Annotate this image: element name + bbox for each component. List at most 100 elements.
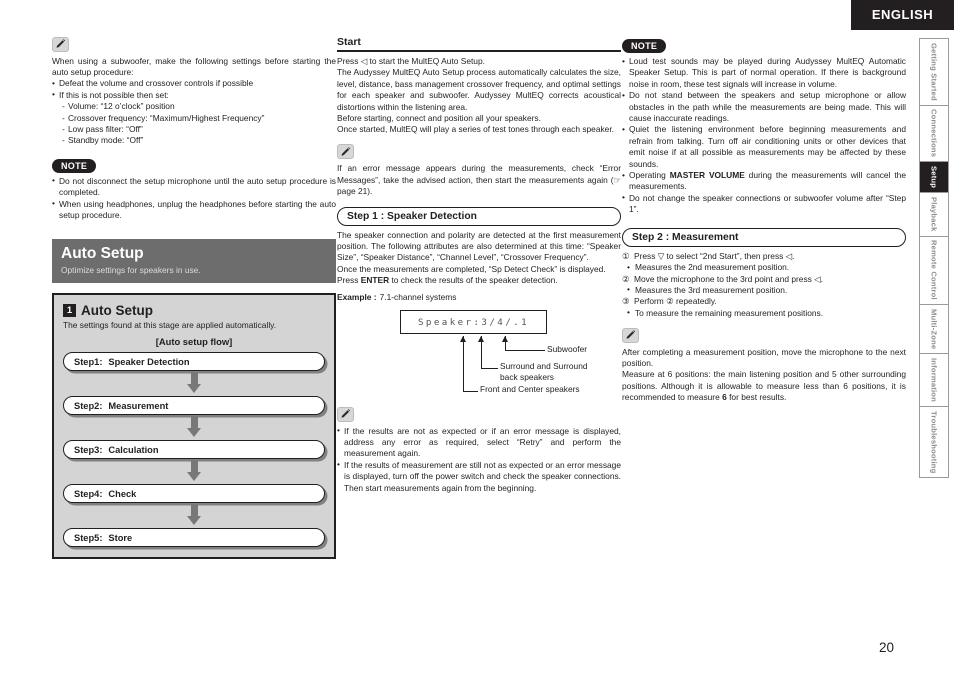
tab-information[interactable]: Information [920,354,948,407]
leader-line [462,391,478,393]
tab-label: Troubleshooting [929,410,939,474]
note-list-left: Do not disconnect the setup microphone u… [52,175,336,222]
instruction-text: Move the microphone to the 3rd point and… [634,273,823,284]
measurement-note-2: Measure at 6 positions: the main listeni… [622,369,906,403]
tab-playback[interactable]: Playback [920,193,948,237]
flow-title: Auto Setup [81,303,153,319]
list-item: Volume: “12 o’clock” position [61,101,336,113]
banner-title: Auto Setup [61,245,144,263]
flow-step-3: Step3: Calculation [63,440,325,460]
tab-label: Setup [929,166,939,189]
list-item-sub: Measures the 2nd measurement position. [627,262,906,274]
flow-caption: [Auto setup flow] [155,336,233,348]
display-example: Speaker:3/4/.1 Subwoofer Surround and Su… [337,310,621,406]
step-label: Measurement [108,400,169,411]
page-number: 20 [878,640,894,655]
pencil-icon [337,144,354,160]
list-item: Standby mode: “Off” [61,135,336,147]
step-label: Calculation [108,444,159,455]
step-label: Check [108,488,137,499]
subwoofer-settings-list: Defeat the volume and crossover controls… [52,78,336,101]
list-item: Do not disconnect the setup microphone u… [52,175,336,199]
list-item-sub: Measures the 3rd measurement position. [627,284,906,296]
flow-arrow [63,459,325,484]
note-list-right: Loud test sounds may be played during Au… [622,55,906,216]
flow-step-2: Step2: Measurement [63,396,325,416]
banner-subtitle: Optimize settings for speakers in use. [61,265,201,276]
flow-arrow [63,503,325,528]
subwoofer-intro-text: When using a subwoofer, make the followi… [52,55,336,77]
list-item: ② Move the microphone to the 3rd point an… [622,274,906,285]
flow-step-5: Step5: Store [63,528,325,548]
tab-getting-started[interactable]: Getting Started [920,39,948,106]
start-heading: Start [337,36,621,52]
pencil-icon [337,406,354,422]
tab-label: Connections [929,109,939,158]
column-right: NOTE Loud test sounds may be played duri… [622,36,906,404]
tab-label: Information [929,358,939,402]
leader-line [480,368,498,370]
tab-remote-control[interactable]: Remote Control [920,236,948,306]
chapter-tabs: Getting Started Connections Setup Playba… [919,38,949,478]
text-pre: Press [337,275,361,286]
list-item: Defeat the volume and crossover controls… [52,78,336,90]
list-item: Crossover frequency: “Maximum/Highest Fr… [61,113,336,125]
circled-number: ② [622,273,630,284]
callout-front-center: Front and Center speakers [480,384,580,394]
text-pre: Operating [629,170,670,181]
step1-paragraph-1: The speaker connection and polarity are … [337,229,621,263]
example-label: Example : [337,291,377,302]
circled-number: ① [622,250,630,261]
tab-label: Getting Started [929,42,939,101]
example-value: 7.1-channel systems [379,291,457,302]
tab-label: Multi-Zone [929,308,939,350]
subwoofer-sub-list: Volume: “12 o’clock” position Crossover … [61,101,336,147]
list-item: Do not stand between the speakers and se… [622,90,906,124]
text-post: to check the results of the speaker dete… [389,275,558,286]
list-item: ③ Perform ② repeatedly. [622,296,906,307]
tab-connections[interactable]: Connections [920,105,948,163]
step2-header-bar: Step 2 : Measurement [622,227,906,247]
step2-instructions: ① Press ▽ to select “2nd Start”, then pre… [622,251,906,319]
list-item: ① Press ▽ to select “2nd Start”, then pre… [622,251,906,262]
auto-setup-flow-box: 1 Auto Setup The settings found at this … [52,293,336,560]
step2-label: Step 2 : Measurement [632,231,739,243]
step-number: Step4: [74,488,103,499]
flow-arrow [63,371,325,396]
flow-header: 1 Auto Setup [63,303,325,318]
tab-label: Playback [929,197,939,232]
instruction-text: Perform ② repeatedly. [634,296,717,307]
callout-subwoofer: Subwoofer [547,344,588,354]
language-header: ENGLISH [851,0,954,30]
list-item: Operating MASTER VOLUME during the measu… [622,170,906,193]
tab-multi-zone[interactable]: Multi-Zone [920,305,948,355]
list-item: If this is not possible then set: [52,89,336,101]
start-paragraph-3: Before starting, connect and position al… [337,113,541,124]
tab-troubleshooting[interactable]: Troubleshooting [920,406,948,478]
error-message-note: If an error message appears during the m… [337,163,621,197]
list-item: If the results of measurement are still … [337,459,621,494]
list-item: Quiet the listening environment before b… [622,124,906,170]
list-item-sub: To measure the remaining measurement pos… [627,307,906,319]
list-item: Loud test sounds may be played during Au… [622,55,906,90]
column-middle: Start Press ◁ to start the MultEQ Auto S… [337,36,621,494]
list-item: Do not change the speaker connections or… [622,192,906,216]
callout-surround: Surround and Surround back speakers [500,361,588,383]
tab-setup[interactable]: Setup [920,162,948,194]
leader-line [462,336,464,392]
measurement-note-1: After completing a measurement position,… [622,346,906,369]
instruction-text: Press ▽ to select “2nd Start”, then pres… [634,250,795,261]
start-paragraph-2: The Audyssey MultEQ Auto Setup process a… [337,67,621,112]
step-label: Speaker Detection [108,356,190,367]
step1-paragraph-3: Press ENTER to check the results of the … [337,275,621,286]
flow-subtitle: The settings found at this stage are app… [63,320,277,331]
step-number: Step3: [74,444,103,455]
enter-key-label: ENTER [360,275,390,286]
manual-page: ENGLISH Getting Started Connections Setu… [0,0,954,681]
list-item: If the results are not as expected or if… [337,425,621,460]
pencil-icon [622,327,639,343]
section-number-badge: 1 [63,304,76,318]
start-paragraph-1: Press ◁ to start the MultEQ Auto Setup. [337,56,485,66]
step-number: Step2: [74,400,103,411]
circled-number: ③ [622,296,630,307]
